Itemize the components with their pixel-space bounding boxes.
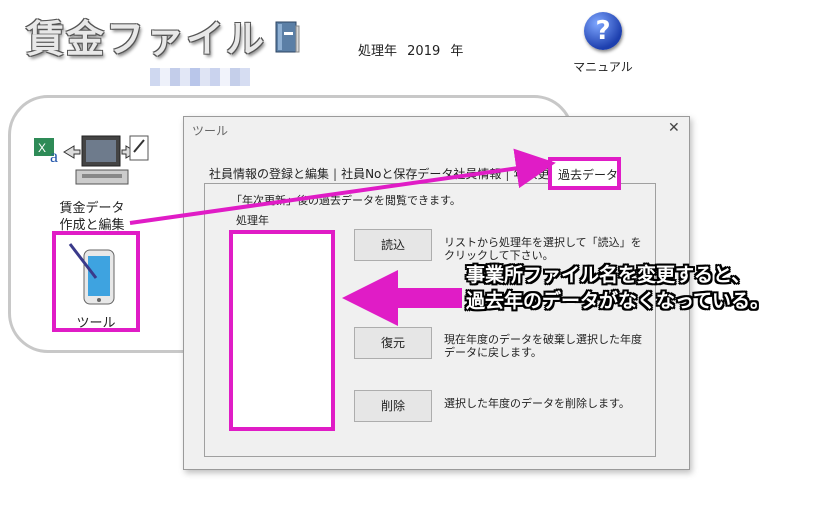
- svg-text:X: X: [38, 141, 46, 155]
- year-suffix: 年: [450, 44, 464, 59]
- year-list-label: 処理年: [236, 214, 269, 227]
- year-prefix: 処理年: [358, 44, 398, 59]
- annotation-callout: 事業所ファイル名を変更すると、 過去年のデータがなくなっている。: [466, 262, 769, 314]
- instruction-text: 「年次更新」後の過去データを閲覧できます。: [231, 194, 461, 207]
- processing-year: 処理年 2019 年: [358, 40, 469, 59]
- wage-data-button[interactable]: X a 賃金データ 作成と編集: [32, 130, 152, 233]
- redacted-user-name: [150, 68, 250, 86]
- tab-employee-register[interactable]: 社員情報の登録と編集: [205, 163, 333, 184]
- restore-description: 現在年度のデータを破棄し選択した年度データに戻します。: [444, 333, 642, 359]
- year-listbox[interactable]: [229, 230, 335, 431]
- close-icon[interactable]: ✕: [668, 120, 680, 136]
- svg-text:a: a: [50, 146, 58, 166]
- restore-button[interactable]: 復元: [354, 327, 432, 359]
- tab-employee-no[interactable]: 社員Noと保存データ社員情報: [337, 163, 505, 184]
- manual-button[interactable]: ? マニュアル: [568, 12, 638, 75]
- year-value: 2019: [407, 44, 441, 59]
- callout-line2: 過去年のデータがなくなっている。: [466, 290, 770, 312]
- delete-button[interactable]: 削除: [354, 390, 432, 422]
- load-description: リストから処理年を選択して「読込」をクリックして下さい。: [444, 236, 642, 262]
- wage-label-line1: 賃金データ: [59, 201, 125, 216]
- callout-line1: 事業所ファイル名を変更すると、: [466, 264, 751, 286]
- tool-label: ツール: [76, 316, 116, 331]
- tab-strip: 社員情報の登録と編集 | 社員Noと保存データ社員情報 | 年次更新: [205, 163, 565, 183]
- computer-icon: X a: [34, 135, 149, 185]
- tab-past-data-label: 過去データ: [558, 168, 619, 182]
- load-button[interactable]: 読込: [354, 229, 432, 261]
- question-icon: ?: [584, 12, 622, 50]
- app-title: 賃金ファイル: [26, 17, 267, 61]
- manual-label: マニュアル: [573, 60, 633, 74]
- delete-description: 選択した年度のデータを削除します。: [444, 397, 630, 410]
- binder-icon[interactable]: [272, 20, 302, 56]
- dialog-title: ツール: [192, 124, 229, 138]
